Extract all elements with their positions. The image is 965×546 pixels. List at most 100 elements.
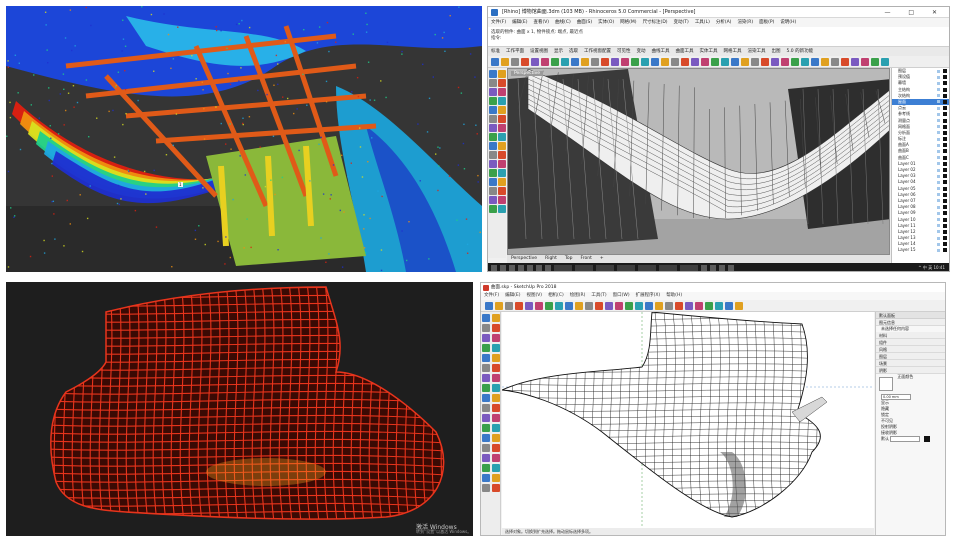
left-tool-icon[interactable] xyxy=(482,424,490,432)
rhino-toolbar-tab[interactable]: 曲面工具 xyxy=(676,49,694,54)
rhino-toolbar-tab[interactable]: 渲染工具 xyxy=(748,49,766,54)
taskbar-app-icon[interactable] xyxy=(719,265,725,271)
taskbar-app-icon[interactable] xyxy=(710,265,716,271)
layer-color-swatch[interactable] xyxy=(943,186,947,191)
taskbar-app-icon[interactable] xyxy=(527,265,533,271)
command-prompt[interactable]: 指令: xyxy=(491,35,946,41)
left-tool-icon[interactable] xyxy=(492,374,500,382)
rhino-menu-item[interactable]: 实体(O) xyxy=(598,20,614,25)
left-tool-icon[interactable] xyxy=(482,314,490,322)
layer-visibility-icon[interactable] xyxy=(937,180,940,184)
left-tool-icon[interactable] xyxy=(489,124,497,132)
toolbar-tool-icon[interactable] xyxy=(741,58,749,66)
left-tool-icon[interactable] xyxy=(498,97,506,105)
toolbar-tool-icon[interactable] xyxy=(731,58,739,66)
toolbar-tool-icon[interactable] xyxy=(625,302,633,310)
left-tool-icon[interactable] xyxy=(498,70,506,78)
layer-visibility-icon[interactable] xyxy=(937,199,940,203)
layer-color-swatch[interactable] xyxy=(943,229,947,234)
left-tool-icon[interactable] xyxy=(492,484,500,492)
toolbar-tool-icon[interactable] xyxy=(641,58,649,66)
left-tool-icon[interactable] xyxy=(489,142,497,150)
taskbar-app-icon[interactable] xyxy=(638,265,656,271)
left-tool-icon[interactable] xyxy=(482,434,490,442)
left-tool-icon[interactable] xyxy=(492,424,500,432)
taskbar-app-icon[interactable] xyxy=(554,265,572,271)
toolbar-tool-icon[interactable] xyxy=(661,58,669,66)
layer-visibility-icon[interactable] xyxy=(937,218,940,221)
left-tool-icon[interactable] xyxy=(482,454,490,462)
left-tool-icon[interactable] xyxy=(498,151,506,159)
left-tool-icon[interactable] xyxy=(482,384,490,392)
layer-visibility-icon[interactable] xyxy=(937,230,940,234)
sketchup-menu-item[interactable]: 窗口(W) xyxy=(613,293,630,298)
rhino-menu-item[interactable]: 工具(L) xyxy=(695,20,710,25)
layer-color-swatch[interactable] xyxy=(943,81,947,86)
layer-visibility-icon[interactable] xyxy=(937,149,940,153)
layer-visibility-icon[interactable] xyxy=(937,143,940,147)
toolbar-tool-icon[interactable] xyxy=(511,58,519,66)
sketchup-menu-item[interactable]: 绘图(R) xyxy=(570,293,586,298)
rhino-menu-item[interactable]: 变动(T) xyxy=(674,20,689,25)
left-tool-icon[interactable] xyxy=(492,334,500,342)
toolbar-tool-icon[interactable] xyxy=(485,302,493,310)
tray-section[interactable]: 组件 xyxy=(876,339,945,346)
toolbar-tool-icon[interactable] xyxy=(761,58,769,66)
layer-color-swatch[interactable] xyxy=(943,168,947,172)
left-tool-icon[interactable] xyxy=(482,464,490,472)
left-tool-icon[interactable] xyxy=(489,196,497,204)
layer-color-swatch[interactable] xyxy=(943,155,947,160)
toolbar-tool-icon[interactable] xyxy=(571,58,579,66)
toolbar-tool-icon[interactable] xyxy=(515,302,523,310)
viewport-label[interactable]: Perspective xyxy=(511,71,544,76)
left-tool-icon[interactable] xyxy=(489,79,497,87)
sketchup-menu-item[interactable]: 文件(F) xyxy=(484,293,499,298)
left-tool-icon[interactable] xyxy=(492,394,500,402)
toolbar-tool-icon[interactable] xyxy=(811,58,819,66)
layer-visibility-icon[interactable] xyxy=(937,94,940,98)
rhino-menu-item[interactable]: 尺寸标注(D) xyxy=(643,20,668,25)
layer-color-swatch[interactable] xyxy=(943,93,947,98)
toolbar-tool-icon[interactable] xyxy=(555,302,563,310)
layer-visibility-icon[interactable] xyxy=(937,88,940,92)
viewport-tab[interactable]: Front xyxy=(581,256,592,261)
taskbar-app-icon[interactable] xyxy=(659,265,677,271)
rhino-toolbar-tab[interactable]: 曲线工具 xyxy=(652,49,670,54)
layer-visibility-icon[interactable] xyxy=(937,156,940,160)
left-tool-icon[interactable] xyxy=(489,160,497,168)
toolbar-tool-icon[interactable] xyxy=(881,58,889,66)
layer-color-swatch[interactable] xyxy=(943,217,947,222)
toolbar-tool-icon[interactable] xyxy=(651,58,659,66)
rhino-toolbar-tab[interactable]: 选取 xyxy=(569,49,578,54)
taskbar-app-icon[interactable] xyxy=(680,265,698,271)
layer-visibility-icon[interactable] xyxy=(937,125,940,129)
left-tool-icon[interactable] xyxy=(498,106,506,114)
toolbar-tool-icon[interactable] xyxy=(501,58,509,66)
layer-visibility-icon[interactable] xyxy=(937,69,940,73)
rhino-toolbar-tab[interactable]: 可见性 xyxy=(617,49,631,54)
layer-visibility-icon[interactable] xyxy=(937,174,940,178)
layer-color-swatch[interactable] xyxy=(943,130,947,135)
left-tool-icon[interactable] xyxy=(492,434,500,442)
tray-section[interactable]: 场景 xyxy=(876,360,945,367)
left-tool-icon[interactable] xyxy=(489,169,497,177)
toolbar-tool-icon[interactable] xyxy=(521,58,529,66)
left-tool-icon[interactable] xyxy=(492,444,500,452)
rhino-toolbar-tab[interactable]: 实体工具 xyxy=(700,49,718,54)
rhino-command-area[interactable]: 选取的物件: 曲面 x 1, 物件锁点: 端点, 最近点 指令: xyxy=(488,27,949,47)
left-tool-icon[interactable] xyxy=(482,394,490,402)
layer-row[interactable]: Layer 15 xyxy=(892,247,949,253)
toolbar-tool-icon[interactable] xyxy=(821,58,829,66)
tray-section[interactable]: 风格 xyxy=(876,346,945,353)
left-tool-icon[interactable] xyxy=(489,151,497,159)
toolbar-tool-icon[interactable] xyxy=(631,58,639,66)
left-tool-icon[interactable] xyxy=(498,187,506,195)
layer-color-swatch[interactable] xyxy=(943,236,947,241)
rhino-toolbar-tab[interactable]: 5.0 的新功能 xyxy=(787,49,814,54)
layer-color-swatch[interactable] xyxy=(943,248,947,253)
rhino-toolbar-tab[interactable]: 工作平面 xyxy=(506,49,524,54)
left-tool-icon[interactable] xyxy=(492,404,500,412)
rhino-menu-item[interactable]: 查看(V) xyxy=(533,20,549,25)
toolbar-tool-icon[interactable] xyxy=(831,58,839,66)
left-tool-icon[interactable] xyxy=(492,414,500,422)
